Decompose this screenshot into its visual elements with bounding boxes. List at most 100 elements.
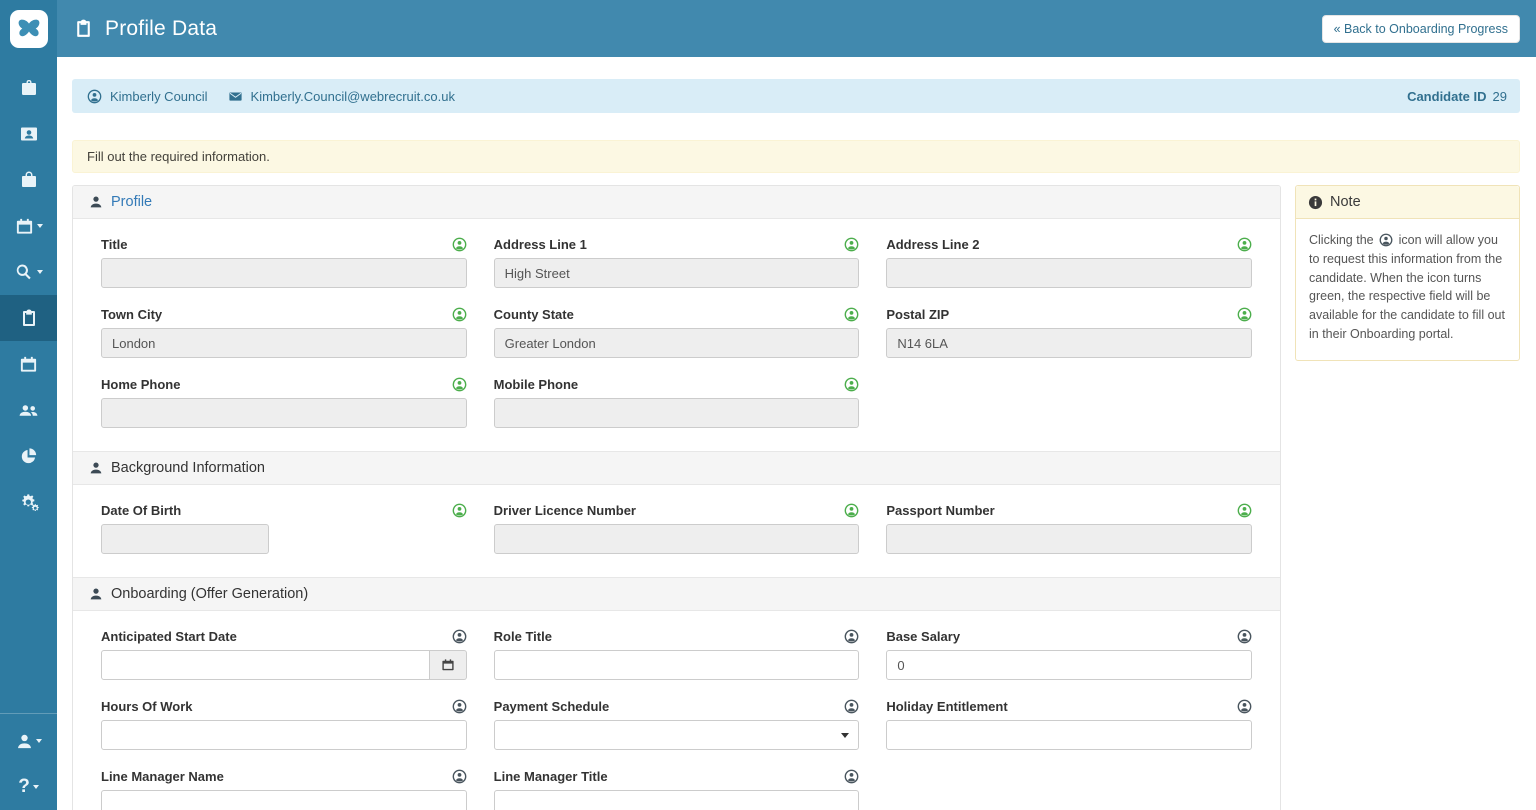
field-base-salary: Base Salary <box>886 629 1252 680</box>
anticipated-start-date-input[interactable] <box>101 650 430 680</box>
question-icon: ? <box>18 776 30 798</box>
address-line-1-input[interactable] <box>494 258 860 288</box>
candidate-id-label: Candidate ID <box>1407 89 1486 104</box>
sidebar-item-jobs[interactable] <box>0 65 57 111</box>
request-info-icon[interactable] <box>452 377 467 392</box>
profile-fields: Title Address Line 1 <box>73 219 1280 451</box>
candidate-name-group: Kimberly Council <box>85 89 208 104</box>
butterfly-logo-icon <box>10 10 48 48</box>
sidebar-item-settings[interactable] <box>0 479 57 525</box>
county-state-input[interactable] <box>494 328 860 358</box>
note-text-before: Clicking the <box>1309 233 1374 247</box>
request-info-icon[interactable] <box>452 629 467 644</box>
hours-of-work-input[interactable] <box>101 720 467 750</box>
sidebar-item-reports[interactable] <box>0 433 57 479</box>
request-info-icon[interactable] <box>452 769 467 784</box>
note-body: Clicking the icon will allow you to requ… <box>1296 219 1519 360</box>
home-phone-input[interactable] <box>101 398 467 428</box>
section-title: Onboarding (Offer Generation) <box>111 586 308 602</box>
address-line-2-input[interactable] <box>886 258 1252 288</box>
field-label: Town City <box>101 307 162 322</box>
field-passport-number: Passport Number <box>886 503 1252 554</box>
datepicker-button[interactable] <box>430 650 467 680</box>
chevron-down-icon <box>37 224 43 228</box>
request-info-icon[interactable] <box>844 307 859 322</box>
request-info-icon[interactable] <box>844 769 859 784</box>
chevron-down-icon <box>33 785 39 789</box>
back-to-onboarding-button[interactable]: « Back to Onboarding Progress <box>1322 15 1520 43</box>
request-info-icon[interactable] <box>844 629 859 644</box>
request-info-icon[interactable] <box>844 377 859 392</box>
app-logo[interactable] <box>0 0 57 57</box>
sidebar-item-candidates[interactable] <box>0 111 57 157</box>
pie-chart-icon <box>19 447 38 466</box>
mobile-phone-input[interactable] <box>494 398 860 428</box>
payment-schedule-select[interactable] <box>494 720 860 750</box>
sidebar-item-profile-data[interactable] <box>0 295 57 341</box>
users-icon <box>18 400 39 421</box>
request-info-icon[interactable] <box>1237 503 1252 518</box>
sidebar-item-search-menu[interactable] <box>0 249 57 295</box>
field-driver-licence-number: Driver Licence Number <box>494 503 860 554</box>
field-role-title: Role Title <box>494 629 860 680</box>
line-manager-name-input[interactable] <box>101 790 467 810</box>
request-info-icon[interactable] <box>452 699 467 714</box>
bag-icon <box>19 170 39 190</box>
field-town-city: Town City <box>101 307 467 358</box>
sidebar-item-help[interactable]: ? <box>0 764 57 810</box>
field-date-of-birth: Date Of Birth <box>101 503 467 554</box>
request-info-icon[interactable] <box>1237 237 1252 252</box>
field-home-phone: Home Phone <box>101 377 467 428</box>
request-info-icon[interactable] <box>1237 629 1252 644</box>
gears-icon <box>18 492 39 513</box>
field-label: Base Salary <box>886 629 960 644</box>
request-info-icon[interactable] <box>844 237 859 252</box>
field-title: Title <box>101 237 467 288</box>
candidate-email-group[interactable]: Kimberly.Council@webrecruit.co.uk <box>226 89 455 104</box>
sidebar-item-placements[interactable] <box>0 157 57 203</box>
clipboard-icon <box>73 18 94 39</box>
sidebar-item-schedule[interactable] <box>0 341 57 387</box>
request-info-icon[interactable] <box>844 699 859 714</box>
field-county-state: County State <box>494 307 860 358</box>
field-anticipated-start-date: Anticipated Start Date <box>101 629 467 680</box>
request-info-icon[interactable] <box>1237 699 1252 714</box>
date-of-birth-input[interactable] <box>101 524 269 554</box>
chevron-down-icon <box>36 739 42 743</box>
postal-zip-input[interactable] <box>886 328 1252 358</box>
sidebar-item-calendar-menu[interactable] <box>0 203 57 249</box>
user-icon <box>89 461 103 475</box>
driver-licence-number-input[interactable] <box>494 524 860 554</box>
search-icon <box>14 262 34 282</box>
chevron-down-icon <box>37 270 43 274</box>
section-header-background-information: Background Information <box>73 451 1280 485</box>
field-line-manager-name: Line Manager Name <box>101 769 467 810</box>
role-title-input[interactable] <box>494 650 860 680</box>
field-label: Date Of Birth <box>101 503 181 518</box>
background-fields: Date Of Birth Driver Licence Number <box>73 485 1280 577</box>
town-city-input[interactable] <box>101 328 467 358</box>
id-card-icon <box>19 124 39 144</box>
sidebar-item-account[interactable] <box>0 718 57 764</box>
info-icon <box>1308 195 1323 210</box>
field-label: Line Manager Title <box>494 769 608 784</box>
request-info-icon[interactable] <box>452 307 467 322</box>
note-title: Note <box>1330 194 1361 210</box>
field-label: Payment Schedule <box>494 699 610 714</box>
field-label: County State <box>494 307 574 322</box>
profile-data-panel: Profile Title Address Line 1 <box>72 185 1281 810</box>
request-info-icon[interactable] <box>1237 307 1252 322</box>
sidebar-item-users[interactable] <box>0 387 57 433</box>
holiday-entitlement-input[interactable] <box>886 720 1252 750</box>
request-info-icon[interactable] <box>844 503 859 518</box>
field-line-manager-title: Line Manager Title <box>494 769 860 810</box>
candidate-name: Kimberly Council <box>110 89 208 104</box>
request-info-icon[interactable] <box>452 503 467 518</box>
candidate-email[interactable]: Kimberly.Council@webrecruit.co.uk <box>251 89 455 104</box>
title-input[interactable] <box>101 258 467 288</box>
passport-number-input[interactable] <box>886 524 1252 554</box>
request-info-icon[interactable] <box>452 237 467 252</box>
clipboard-icon <box>19 308 39 328</box>
base-salary-input[interactable] <box>886 650 1252 680</box>
line-manager-title-input[interactable] <box>494 790 860 810</box>
